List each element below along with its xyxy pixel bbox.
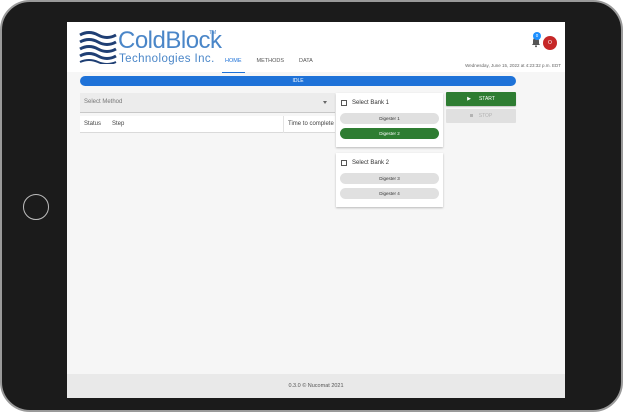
bank-2-checkbox[interactable]: [341, 160, 347, 166]
current-datetime: Wednesday, June 15, 2022 at 4:23:32 p.m.…: [465, 63, 561, 68]
tab-methods[interactable]: METHODS: [251, 56, 291, 70]
column-status: Status: [84, 121, 102, 127]
logo-waves-icon: [79, 30, 117, 64]
app-screen: ColdBlock TM Technologies Inc. HOME METH…: [67, 22, 565, 398]
bank-2-card: Select Bank 2 Digester 3 Digester 4: [336, 153, 443, 207]
column-step: Step: [112, 121, 125, 127]
digester-3-button[interactable]: Digester 3: [340, 173, 439, 184]
avatar[interactable]: O: [543, 36, 557, 50]
digester-4-button[interactable]: Digester 4: [340, 188, 439, 199]
tab-home[interactable]: HOME: [219, 56, 248, 73]
stop-label: STOP: [478, 113, 493, 119]
column-divider: [283, 116, 284, 133]
notification-badge: 0: [533, 32, 541, 40]
bank-1-checkbox[interactable]: [341, 100, 347, 106]
brand-trademark: TM: [209, 30, 217, 36]
bank-2-header: Select Bank 2: [336, 153, 443, 173]
chevron-down-icon: [323, 101, 327, 104]
digester-2-button[interactable]: Digester 2: [340, 128, 439, 139]
brand-name: ColdBlock: [118, 27, 222, 54]
bank-1-header: Select Bank 1: [336, 93, 443, 113]
tablet-frame: ColdBlock TM Technologies Inc. HOME METH…: [0, 0, 623, 412]
stop-button[interactable]: STOP: [446, 109, 516, 123]
bank-1-label: Select Bank 1: [352, 100, 390, 106]
brand-subtitle: Technologies Inc.: [119, 53, 215, 65]
bank-2-label: Select Bank 2: [352, 160, 390, 166]
start-label: START: [478, 96, 495, 102]
coldblock-logo: ColdBlock TM Technologies Inc.: [79, 27, 222, 68]
status-bar: IDLE: [80, 76, 516, 86]
footer: 0.3.0 © Nucomat 2021: [67, 374, 565, 398]
steps-table-header: Status Step Time to complete: [80, 116, 335, 133]
tablet-home-button[interactable]: [23, 194, 49, 220]
app-header: ColdBlock TM Technologies Inc. HOME METH…: [67, 22, 565, 73]
tab-data[interactable]: DATA: [293, 56, 319, 70]
start-button[interactable]: ▶ START: [446, 92, 516, 106]
play-icon: ▶: [467, 96, 471, 102]
bank-1-card: Select Bank 1 Digester 1 Digester 2: [336, 93, 443, 147]
digester-1-button[interactable]: Digester 1: [340, 113, 439, 124]
method-select-placeholder: Select Method: [84, 99, 123, 105]
method-select[interactable]: Select Method: [80, 93, 335, 113]
stop-icon: [469, 114, 473, 118]
nav-tabs: HOME METHODS DATA: [219, 56, 322, 73]
column-time: Time to complete: [288, 121, 334, 127]
